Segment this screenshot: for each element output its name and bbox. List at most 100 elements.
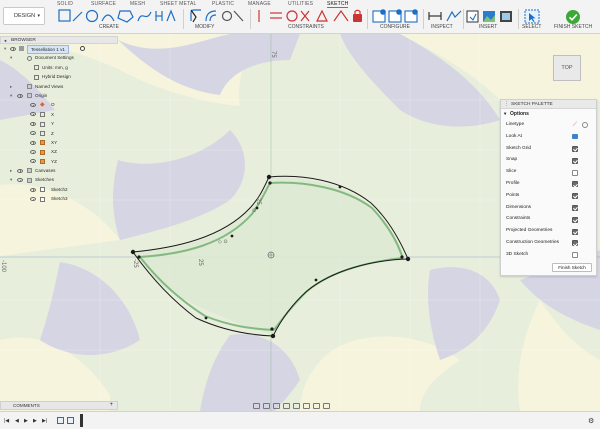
- gear-icon[interactable]: ⚙: [588, 417, 594, 425]
- visibility-eye-icon[interactable]: [17, 168, 23, 173]
- go-to-start-icon[interactable]: |◀: [4, 418, 9, 424]
- configure-menu[interactable]: CONFIGURE: [380, 24, 410, 30]
- inspect-menu[interactable]: INSPECT: [431, 24, 453, 30]
- tree-row-z-axis[interactable]: Z: [0, 129, 118, 138]
- snap-checkbox[interactable]: [572, 157, 578, 164]
- select-menu[interactable]: SELECT: [522, 24, 541, 30]
- viewports-icon[interactable]: [323, 402, 330, 409]
- expand-arrow-icon[interactable]: ▾: [10, 53, 12, 62]
- visibility-eye-icon[interactable]: [30, 187, 36, 192]
- tab-mesh[interactable]: MESH: [130, 1, 145, 7]
- modify-menu[interactable]: MODIFY: [195, 24, 214, 30]
- tree-row-hybrid-design[interactable]: Hybrid Design: [0, 72, 118, 81]
- tab-solid[interactable]: SOLID: [57, 1, 73, 7]
- tree-row-yz-plane[interactable]: YZ: [0, 157, 118, 166]
- tab-manage[interactable]: MANAGE: [248, 1, 271, 7]
- dimensions-checkbox[interactable]: [572, 204, 578, 211]
- profile-checkbox[interactable]: [572, 181, 578, 188]
- expand-arrow-icon[interactable]: ▾: [10, 175, 12, 184]
- collapse-arrow-icon[interactable]: ◂: [4, 37, 6, 44]
- go-to-end-icon[interactable]: ▶|: [42, 418, 47, 424]
- expand-arrow-icon[interactable]: ▾: [10, 91, 12, 100]
- step-forward-icon[interactable]: ▶: [33, 418, 37, 424]
- zoom-icon[interactable]: [283, 402, 290, 409]
- tab-sheet-metal[interactable]: SHEET METAL: [160, 1, 196, 7]
- options-section-header[interactable]: ▾ Options: [501, 109, 596, 119]
- tree-row-sketch2[interactable]: Sketch2: [0, 185, 118, 194]
- sketch-palette-header[interactable]: ⋮ SKETCH PALETTE: [501, 100, 596, 109]
- sketch-grid-checkbox[interactable]: [572, 145, 578, 152]
- drag-handle-icon[interactable]: ⋮: [504, 100, 509, 109]
- tree-row-document-settings[interactable]: ▾ Document Settings: [0, 53, 118, 62]
- timeline-feature-sketch2-icon[interactable]: [57, 417, 64, 424]
- grid-settings-icon[interactable]: [313, 402, 320, 409]
- add-comment-icon[interactable]: +: [109, 402, 113, 409]
- timeline-feature-sketch3-icon[interactable]: [67, 417, 74, 424]
- constraints-checkbox[interactable]: [572, 216, 578, 223]
- insert-menu[interactable]: INSERT: [479, 24, 497, 30]
- visibility-eye-icon[interactable]: [30, 196, 36, 201]
- tree-row-canvases[interactable]: ▸ Canvases: [0, 166, 118, 175]
- finish-sketch-icon[interactable]: [565, 9, 581, 25]
- tab-surface[interactable]: SURFACE: [91, 1, 116, 7]
- expand-arrow-icon[interactable]: ▸: [10, 82, 12, 91]
- expand-arrow-icon[interactable]: ▸: [10, 166, 12, 175]
- constraints-menu[interactable]: CONSTRAINTS: [288, 24, 324, 30]
- look-at-nav-icon[interactable]: [263, 402, 270, 409]
- visibility-eye-icon[interactable]: [30, 140, 36, 145]
- 3d-sketch-checkbox[interactable]: [572, 252, 578, 259]
- step-back-icon[interactable]: ◀: [15, 418, 19, 424]
- points-checkbox[interactable]: [572, 193, 578, 200]
- projected-geometries-checkbox[interactable]: [572, 228, 578, 235]
- modify-tools-icons[interactable]: [190, 9, 246, 23]
- tree-row-units[interactable]: Units: mm, g: [0, 63, 118, 72]
- visibility-eye-icon[interactable]: [17, 178, 23, 183]
- finish-sketch-button[interactable]: Finish Sketch: [552, 263, 592, 272]
- constraints-tools-icons[interactable]: [256, 9, 366, 23]
- tree-row-origin-point[interactable]: ◆ O: [0, 100, 118, 109]
- play-icon[interactable]: ▶: [24, 418, 28, 424]
- pan-icon[interactable]: [273, 402, 280, 409]
- tree-row-document[interactable]: ▾ Tessellation 1 v1: [0, 44, 118, 54]
- activate-radio-icon[interactable]: [80, 46, 85, 52]
- visibility-eye-icon[interactable]: [30, 159, 36, 164]
- inspect-tools-icons[interactable]: [428, 9, 464, 23]
- tab-sketch[interactable]: SKETCH: [327, 1, 349, 8]
- tree-row-x-axis[interactable]: X: [0, 110, 118, 119]
- orbit-icon[interactable]: [253, 402, 260, 409]
- visibility-eye-icon[interactable]: [10, 46, 16, 51]
- tree-row-sketches[interactable]: ▾ Sketches: [0, 175, 118, 184]
- visibility-eye-icon[interactable]: [17, 93, 23, 98]
- centerline-linetype-icon[interactable]: [582, 122, 588, 128]
- visibility-eye-icon[interactable]: [30, 121, 36, 126]
- comments-bar[interactable]: COMMENTS +: [0, 401, 118, 410]
- slice-checkbox[interactable]: [572, 169, 578, 176]
- create-menu[interactable]: CREATE: [99, 24, 119, 30]
- fit-icon[interactable]: [293, 402, 300, 409]
- select-icon[interactable]: [524, 9, 540, 25]
- tab-utilities[interactable]: UTILITIES: [288, 1, 313, 7]
- workspace-switcher[interactable]: DESIGN ▾: [3, 7, 45, 25]
- create-tools-icons[interactable]: [58, 9, 180, 23]
- configure-tools-icons[interactable]: [372, 9, 422, 23]
- tree-row-xy-plane[interactable]: XY: [0, 138, 118, 147]
- visibility-eye-icon[interactable]: [30, 112, 36, 117]
- tree-row-xz-plane[interactable]: XZ: [0, 147, 118, 156]
- construction-geometries-checkbox[interactable]: [572, 240, 578, 247]
- visibility-eye-icon[interactable]: [30, 131, 36, 136]
- tree-row-y-axis[interactable]: Y: [0, 119, 118, 128]
- browser-header[interactable]: ◂ BROWSER: [0, 36, 118, 44]
- visibility-eye-icon[interactable]: [30, 103, 36, 108]
- display-settings-icon[interactable]: [303, 402, 310, 409]
- look-at-icon[interactable]: [572, 134, 578, 140]
- tree-row-origin[interactable]: ▾ Origin: [0, 91, 118, 100]
- timeline-marker[interactable]: [80, 414, 83, 427]
- view-cube[interactable]: TOP: [553, 55, 581, 81]
- visibility-eye-icon[interactable]: [30, 149, 36, 154]
- finish-sketch-menu[interactable]: FINISH SKETCH: [554, 24, 592, 30]
- tree-row-named-views[interactable]: ▸ Named Views: [0, 82, 118, 91]
- tree-row-sketch3[interactable]: Sketch3: [0, 194, 118, 203]
- expand-arrow-icon[interactable]: ▾: [504, 109, 506, 119]
- expand-arrow-icon[interactable]: ▾: [4, 44, 6, 53]
- insert-tools-icons[interactable]: [466, 9, 516, 23]
